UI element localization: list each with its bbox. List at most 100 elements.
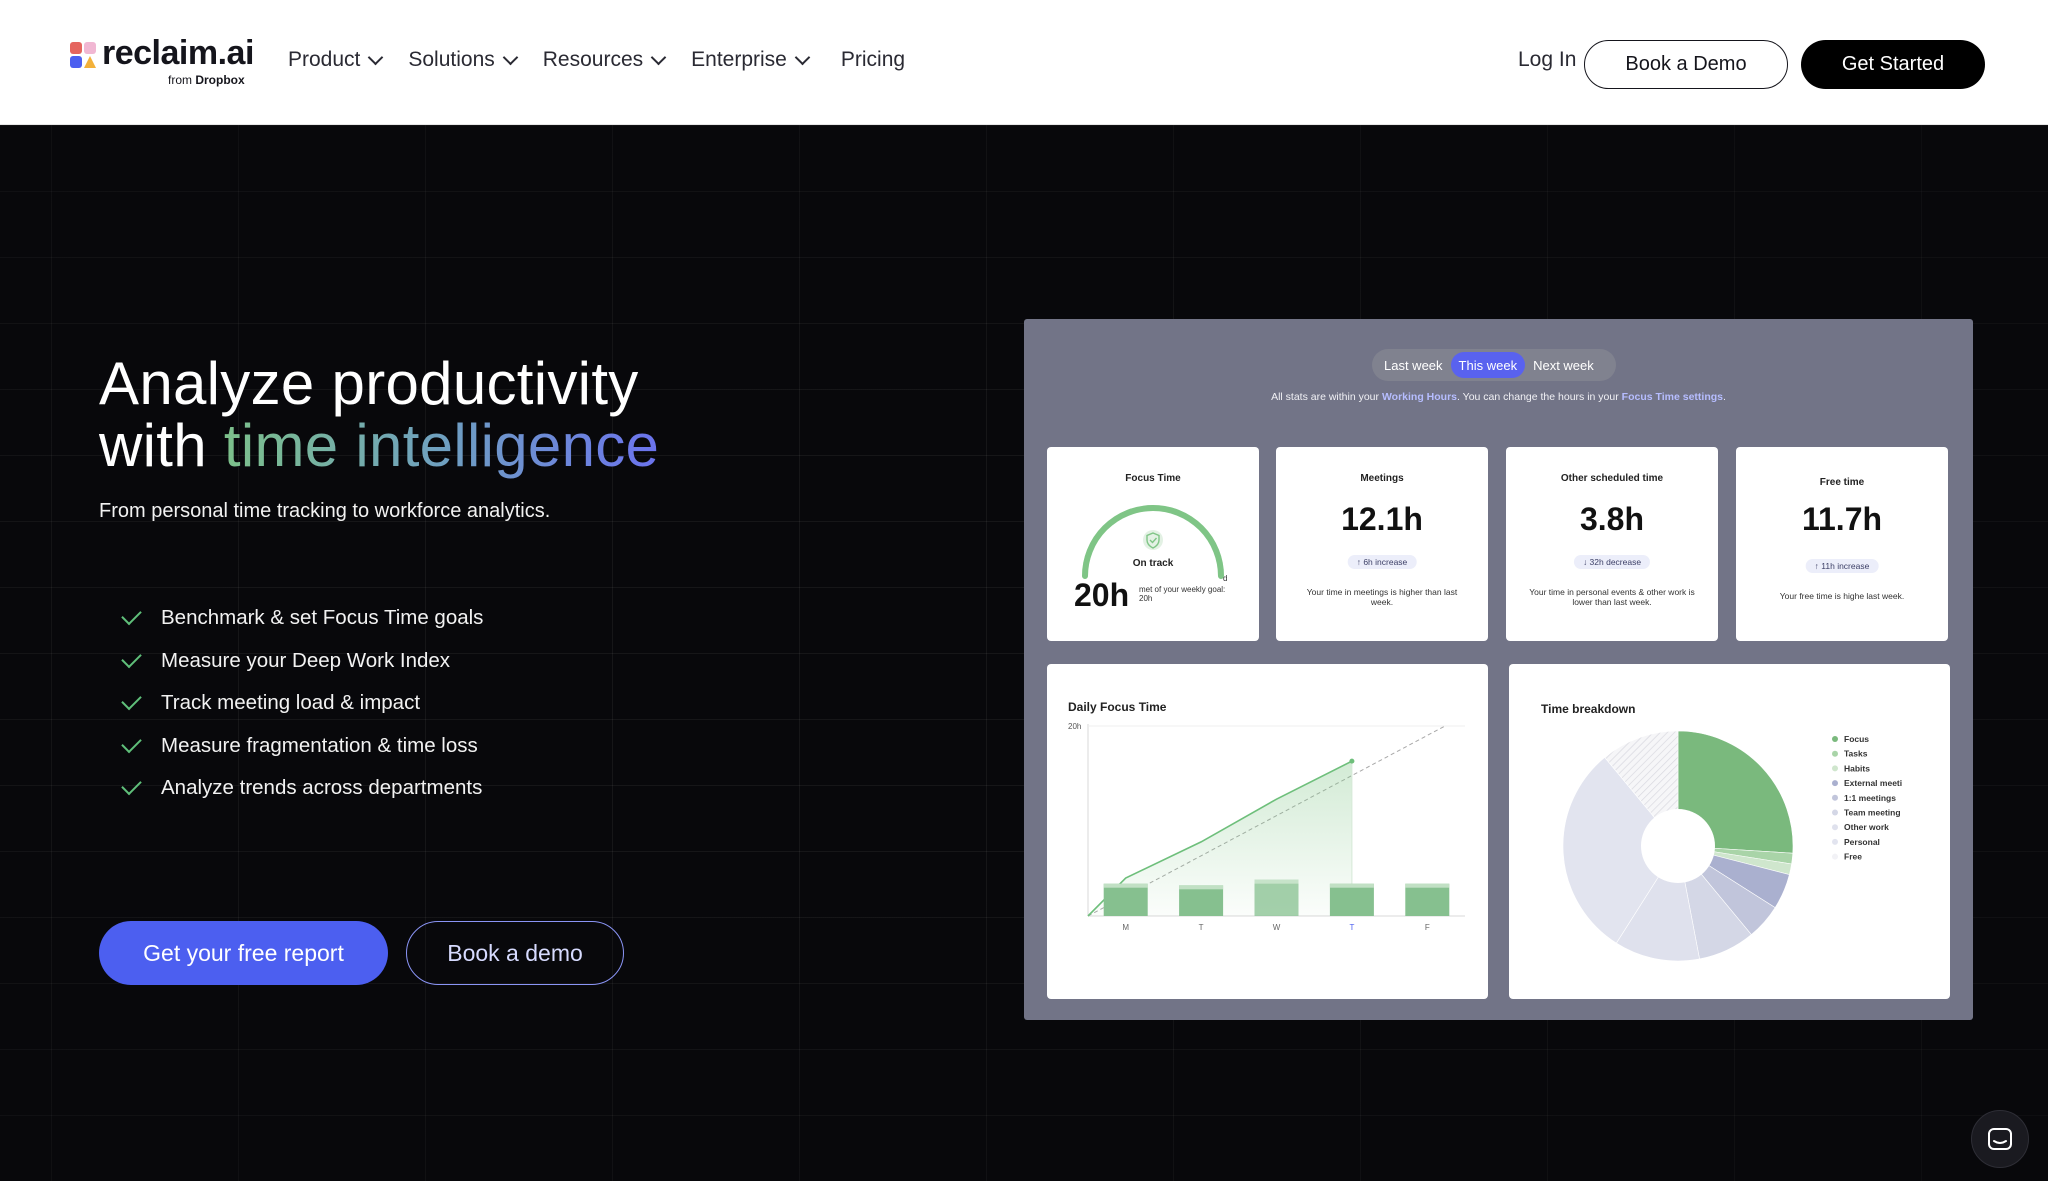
tab-next-week[interactable]: Next week <box>1525 352 1602 378</box>
legend-label: Focus <box>1844 734 1869 744</box>
legend-swatch <box>1832 853 1838 860</box>
legend-label: Free <box>1844 852 1862 862</box>
logo-sub-brand: Dropbox <box>195 73 245 87</box>
hero-subtitle: From personal time tracking to workforce… <box>99 500 551 522</box>
nav-item-resources[interactable]: Resources <box>542 48 667 72</box>
nav-item-product[interactable]: Product <box>288 48 384 72</box>
daily-focus-chart: 20h M T W T F <box>1068 722 1465 932</box>
svg-text:d: d <box>1223 574 1227 582</box>
x-tick-label: W <box>1273 923 1281 932</box>
other-description: Your time in personal events & other wor… <box>1529 587 1695 607</box>
legend-label: Personal <box>1844 837 1880 847</box>
check-icon <box>121 647 142 669</box>
bar <box>1254 879 1299 916</box>
free-time-card: Free time 11.7h ↑ 11h increase Your free… <box>1736 447 1948 641</box>
bar-cap <box>1329 883 1374 888</box>
legend-label: Other work <box>1844 822 1889 832</box>
check-icon <box>121 774 142 796</box>
pie-hole <box>1641 809 1715 883</box>
working-hours-hint: All stats are within your Working Hours.… <box>1024 391 1973 403</box>
bar-cap <box>1179 885 1224 890</box>
nav-item-solutions[interactable]: Solutions <box>408 48 519 72</box>
focus-settings-link[interactable]: Focus Time settings <box>1622 391 1723 403</box>
feature-item: Analyze trends across departments <box>121 767 483 810</box>
free-time-title: Free time <box>1819 477 1865 488</box>
x-tick-label: M <box>1122 923 1129 932</box>
chevron-down-icon <box>794 49 811 65</box>
working-hours-link[interactable]: Working Hours <box>1382 391 1457 403</box>
focus-time-title: Focus Time <box>1125 473 1181 484</box>
tab-last-week[interactable]: Last week <box>1376 352 1451 378</box>
logo-sub-prefix: from <box>168 73 192 87</box>
bar <box>1103 883 1148 916</box>
legend-swatch <box>1832 736 1838 742</box>
free-time-value: 11.7h <box>1801 501 1883 537</box>
get-free-report-button[interactable]: Get your free report <box>99 921 388 985</box>
legend-swatch <box>1832 750 1838 757</box>
reclaim-logo[interactable]: reclaim.ai from Dropbox <box>68 34 268 92</box>
logo-wordmark: reclaim.ai <box>102 34 254 72</box>
legend-swatch <box>1832 765 1838 772</box>
hint-suffix: . <box>1723 391 1726 403</box>
legend-label: Team meeting <box>1844 808 1901 818</box>
chevron-down-icon <box>650 49 667 65</box>
legend-label: 1:1 meetings <box>1844 793 1896 803</box>
x-tick-label: T <box>1199 923 1204 932</box>
nav-item-label: Enterprise <box>691 48 787 71</box>
book-demo-hero-button[interactable]: Book a demo <box>406 921 624 985</box>
feature-text: Track meeting load & impact <box>161 691 421 715</box>
feature-text: Benchmark & set Focus Time goals <box>161 606 484 630</box>
check-icon <box>121 689 142 711</box>
logo-mark-icon <box>68 40 98 70</box>
feature-list: Benchmark & set Focus Time goals Measure… <box>121 597 484 810</box>
bar-cap <box>1103 883 1148 888</box>
chevron-down-icon <box>502 49 519 65</box>
meetings-description: Your time in meetings is higher than las… <box>1306 587 1458 607</box>
tab-this-week[interactable]: This week <box>1450 352 1526 378</box>
y-tick-label: 20h <box>1068 722 1081 731</box>
focus-status: On track <box>1132 558 1174 569</box>
bar <box>1405 883 1450 916</box>
hero-title-prefix: with <box>99 412 207 479</box>
feature-text: Measure your Deep Work Index <box>161 648 451 672</box>
hero-title: Analyze productivity with time intellige… <box>99 353 659 477</box>
chevron-down-icon <box>368 49 384 65</box>
cumulative-point <box>1349 758 1355 764</box>
x-tick-label: F <box>1425 923 1430 932</box>
time-breakdown-chart: Focus Tasks Habits External meeti 1:1 meetin… <box>1562 730 1902 962</box>
free-change-badge: ↑ 11h increase <box>1805 559 1879 573</box>
focus-time-card: Focus Time d On track 20h met of your we… <box>1047 447 1259 641</box>
get-started-button[interactable]: Get Started <box>1801 40 1985 89</box>
hero-title-line1: Analyze productivity <box>99 350 639 417</box>
bar <box>1329 883 1374 916</box>
week-toggle: Last week This week Next week <box>1372 349 1616 381</box>
legend-label: Habits <box>1844 763 1870 773</box>
chat-icon <box>1988 1128 2012 1150</box>
other-change-badge: ↓ 32h decrease <box>1573 555 1651 569</box>
nav-item-label: Resources <box>542 48 644 71</box>
hero-title-highlight: time intelligence <box>223 412 660 479</box>
login-link[interactable]: Log In <box>1518 48 1576 72</box>
feature-text: Analyze trends across departments <box>161 776 483 800</box>
meetings-change-badge: ↑ 6h increase <box>1347 555 1417 569</box>
book-demo-button[interactable]: Book a Demo <box>1584 40 1788 89</box>
top-navigation: reclaim.ai from Dropbox Product Solution… <box>0 0 2048 125</box>
bar-cap <box>1254 879 1299 884</box>
focus-value: 20h <box>1074 577 1130 613</box>
other-scheduled-card: Other scheduled time 3.8h ↓ 32h decrease… <box>1506 447 1718 641</box>
nav-item-pricing[interactable]: Pricing <box>841 48 905 72</box>
x-tick-label: T <box>1349 923 1354 932</box>
chat-launcher-button[interactable] <box>1971 1110 2029 1168</box>
time-breakdown-card: Time breakdown Focus Tasks Habits External … <box>1509 664 1950 999</box>
legend-label: Tasks <box>1844 749 1868 759</box>
feature-item: Track meeting load & impact <box>121 682 483 725</box>
feature-text: Measure fragmentation & time loss <box>161 733 478 757</box>
bar <box>1179 885 1224 916</box>
feature-item: Benchmark & set Focus Time goals <box>121 597 484 640</box>
hint-prefix: All stats are within your <box>1271 391 1380 403</box>
meetings-title: Meetings <box>1360 473 1404 484</box>
legend-swatch <box>1832 794 1838 801</box>
nav-item-enterprise[interactable]: Enterprise <box>691 48 811 72</box>
focus-goal-text: met of your weekly goal: 20h <box>1139 585 1226 603</box>
legend-swatch <box>1832 809 1838 816</box>
